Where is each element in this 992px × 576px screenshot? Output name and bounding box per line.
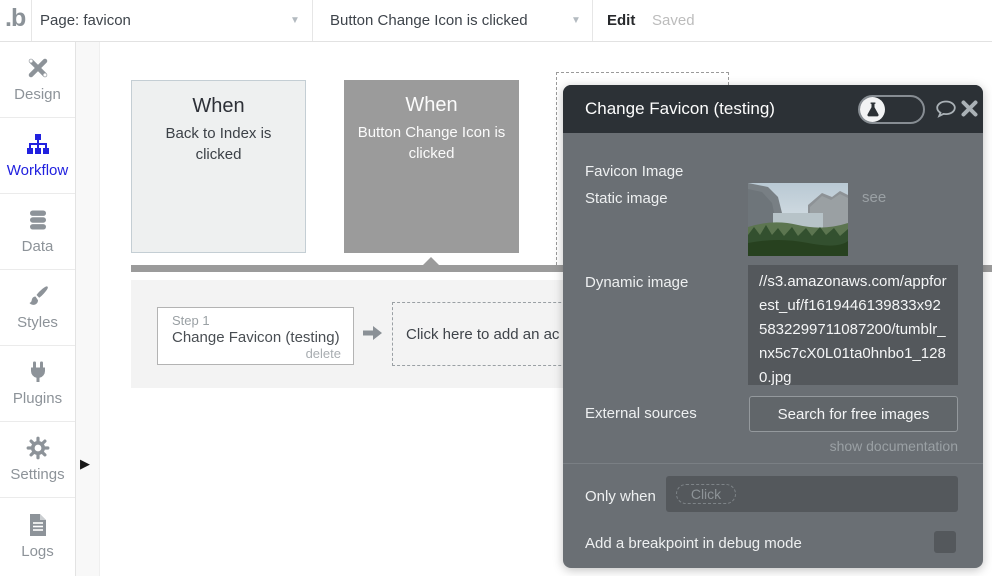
action-properties-popup: Change Favicon (testing) Favicon Image S… [563,85,983,568]
static-image-label: Static image [585,190,668,207]
sidebar-item-plugins[interactable]: Plugins [0,346,75,422]
event-subtitle: Button Change Icon is clicked [344,122,519,164]
debug-toggle[interactable] [858,95,925,124]
sidebar-item-data[interactable]: Data [0,194,75,270]
step-action-title: Change Favicon (testing) [172,329,341,346]
sidebar-item-label: Settings [10,466,64,483]
sidebar-item-label: Workflow [7,162,68,179]
left-sidebar: Design Workflow Data Styles Plugins Sett… [0,42,76,576]
page-selector[interactable]: Page: favicon [40,12,131,29]
divider [563,463,983,464]
breakpoint-label: Add a breakpoint in debug mode [585,535,802,552]
sidebar-item-label: Data [22,238,54,255]
top-bar: .b Page: favicon ▼ Button Change Icon is… [0,0,992,42]
canvas-gutter [76,42,100,576]
sidebar-item-design[interactable]: Design [0,42,75,118]
dynamic-image-label: Dynamic image [585,274,688,291]
expand-panel-arrow-icon[interactable]: ▶ [80,456,90,472]
workflow-event-button-change-icon[interactable]: When Button Change Icon is clicked [344,80,519,253]
only-when-input[interactable]: Click [666,476,958,512]
sidebar-item-label: Design [14,86,61,103]
next-step-arrow-icon [363,325,383,346]
debug-flask-icon [860,97,885,122]
edit-mode-button[interactable]: Edit [607,12,635,29]
sidebar-item-label: Plugins [13,390,62,407]
static-image-thumbnail[interactable] [748,183,848,256]
breakpoint-checkbox[interactable] [934,531,956,553]
bubble-logo: .b [5,4,25,33]
workflow-selector[interactable]: Button Change Icon is clicked [330,12,528,29]
workflow-event-back-to-index[interactable]: When Back to Index is clicked [131,80,306,253]
only-when-placeholder[interactable]: Click [676,484,736,504]
dynamic-image-input[interactable]: //s3.amazonaws.com/appforest_uf/f1619446… [748,265,958,385]
external-sources-label: External sources [585,405,697,422]
add-action-label: Click here to add an ac [406,326,559,343]
sidebar-item-label: Logs [21,543,54,560]
step-delete-link[interactable]: delete [172,346,341,361]
only-when-label: Only when [585,488,656,505]
logs-icon [27,513,49,537]
design-icon [26,56,50,80]
sidebar-item-workflow[interactable]: Workflow [0,118,75,194]
divider [592,0,593,41]
sidebar-item-logs[interactable]: Logs [0,498,75,574]
chevron-down-icon[interactable]: ▼ [571,15,581,26]
timeline-pointer-triangle [422,257,440,266]
step-number: Step 1 [172,313,341,328]
popup-title: Change Favicon (testing) [585,99,775,119]
search-free-images-button[interactable]: Search for free images [749,396,958,432]
saved-status: Saved [652,12,695,29]
step-1-card[interactable]: Step 1 Change Favicon (testing) delete [157,307,354,365]
popup-header[interactable]: Change Favicon (testing) [563,85,983,133]
favicon-image-section-label: Favicon Image [585,163,683,180]
event-title: When [132,95,305,118]
sidebar-item-label: Styles [17,314,58,331]
sidebar-item-styles[interactable]: Styles [0,270,75,346]
sidebar-item-settings[interactable]: Settings [0,422,75,498]
plugins-icon [26,360,50,384]
event-subtitle: Back to Index is clicked [132,123,305,165]
static-image-note: see [862,189,886,206]
styles-icon [26,284,50,308]
event-title: When [344,94,519,117]
settings-icon [26,436,50,460]
close-icon[interactable] [960,99,979,123]
show-documentation-link[interactable]: show documentation [830,438,958,454]
workflow-icon [26,132,50,156]
comment-icon[interactable] [934,97,958,126]
data-icon [26,208,50,232]
divider [31,0,32,41]
divider [312,0,313,41]
chevron-down-icon[interactable]: ▼ [290,15,300,26]
